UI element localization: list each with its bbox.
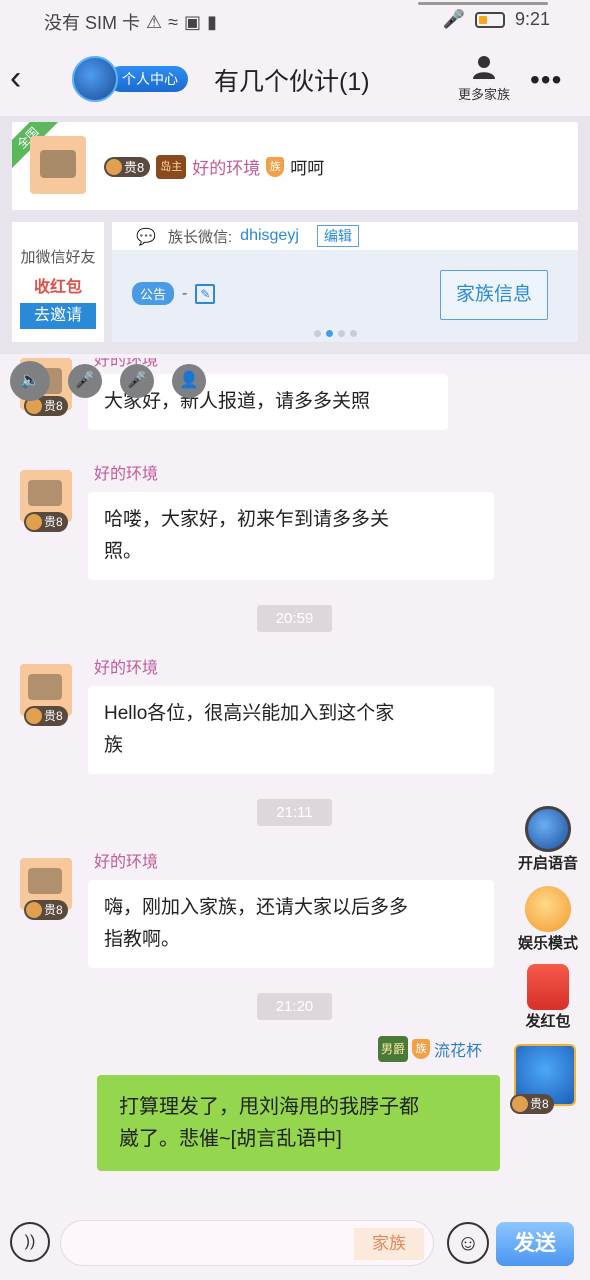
message-bubble: Hello各位，很高兴能加入到这个家 族: [88, 686, 494, 774]
mic-icon[interactable]: 🎤: [120, 364, 154, 398]
message-text-line: 哈喽，大家好，初来乍到请多多关: [104, 509, 390, 530]
timestamp: 21:11: [257, 799, 332, 826]
avatar: [72, 56, 118, 102]
sender-name: 好的环境: [94, 466, 159, 483]
carousel-dot: [314, 330, 321, 337]
red-packet-button[interactable]: 发红包: [510, 964, 586, 1031]
status-indicator-line: [418, 2, 548, 5]
edit-icon[interactable]: ✎: [195, 283, 216, 304]
red-packet-text: 收红包: [33, 279, 82, 296]
vip-badge: 贵8: [104, 156, 151, 177]
message-text-line: 打算理发了，甩刘海甩的我脖子都: [119, 1096, 419, 1118]
sim-icon: ▮: [207, 11, 217, 32]
status-bar: 没有 SIM 卡 ⚠ ≈ ▣ ▮ 🎤 9:21: [0, 0, 590, 40]
list-item: 贵8 好的环境 Hello各位，很高兴能加入到这个家 族: [0, 650, 590, 790]
family-banner: 全国 贵8 岛主 好的环境 族 呵呵 加微信好友 收红包 去邀请 💬 族长微信:…: [0, 116, 590, 354]
vip-badge: 贵8: [24, 706, 68, 726]
chat-header: ‹ 个人中心 有几个伙计(1) 更多家族 •••: [0, 40, 590, 116]
rank-badge: 男爵: [378, 1036, 409, 1062]
sender-name: 好的环境: [94, 854, 159, 871]
pinned-message[interactable]: 全国 贵8 岛主 好的环境 族 呵呵: [12, 122, 578, 210]
headset-icon: [525, 806, 571, 852]
profile-center-button[interactable]: 个人中心: [72, 56, 188, 102]
sender-name: 好的环境: [192, 159, 261, 178]
family-channel-chip[interactable]: 家族: [354, 1228, 424, 1260]
group-icon: [473, 56, 495, 79]
carousel-dots: [314, 330, 357, 337]
carousel-dot: [338, 330, 345, 337]
self-sender-row: 男爵 族 流花杯: [378, 1036, 482, 1062]
input-bar: )) 家族 ☺ 发送: [0, 1212, 590, 1280]
vip-badge: 贵8: [510, 1094, 554, 1114]
message-text-line: 嗨，刚加入家族，还请大家以后多多: [104, 897, 409, 918]
voice-mode-label: 开启语音: [517, 855, 578, 872]
message-bubble: 哈喽，大家好，初来乍到请多多关 照。: [88, 492, 494, 580]
message-text-line: 照。: [104, 541, 143, 562]
wechat-label: 族长微信:: [168, 228, 233, 246]
red-packet-icon: [527, 964, 569, 1010]
sender-name: 好的环境: [94, 660, 159, 677]
island-owner-badge: 岛主: [156, 154, 187, 179]
message-text-line: 族: [104, 735, 124, 756]
red-packet-label: 发红包: [525, 1013, 571, 1030]
back-button[interactable]: ‹: [10, 58, 40, 98]
invite-text: 加微信好友: [20, 249, 96, 266]
voice-toolbar: 🔈 🎤 🎤 👤: [10, 361, 206, 401]
clock: 9:21: [514, 9, 550, 29]
message-text-line: Hello各位，很高兴能加入到这个家: [104, 703, 395, 724]
message-bubble: 打算理发了，甩刘海甩的我脖子都 崴了。悲催~[胡言乱语中]: [97, 1075, 500, 1171]
carousel-dot: [350, 330, 357, 337]
message-text-line: 崴了。悲催~[胡言乱语中]: [119, 1128, 342, 1150]
edit-button[interactable]: 编辑: [316, 225, 359, 247]
family-info-card: 💬 族长微信: dhisgeyj 编辑 公告 - ✎ 家族信息: [112, 222, 578, 342]
wechat-id: dhisgeyj: [240, 227, 299, 244]
vip-badge: 贵8: [24, 512, 68, 532]
vip-badge: 贵8: [24, 900, 68, 920]
clan-badge: 族: [412, 1039, 431, 1059]
voice-mode-button[interactable]: 开启语音: [510, 806, 586, 873]
clan-badge: 族: [266, 156, 285, 177]
profile-center-label: 个人中心: [108, 66, 188, 92]
page-title: 有几个伙计(1): [214, 68, 370, 96]
microphone-icon: [525, 886, 571, 932]
user-icon[interactable]: 👤: [172, 364, 206, 398]
timestamp: 21:20: [257, 993, 332, 1020]
invite-card: 加微信好友 收红包 去邀请: [12, 222, 104, 342]
voice-input-icon[interactable]: )): [10, 1222, 50, 1262]
speaker-icon[interactable]: 🔈: [10, 361, 50, 401]
avatar: [30, 136, 86, 194]
list-item: 贵8 好的环境 哈喽，大家好，初来乍到请多多关 照。: [0, 456, 590, 596]
message-bubble: 嗨，刚加入家族，还请大家以后多多 指教啊。: [88, 880, 494, 968]
carousel-dot: [326, 330, 333, 337]
message-text-line: 指教啊。: [104, 929, 181, 950]
entertainment-mode-button[interactable]: 娱乐模式: [510, 886, 586, 953]
more-family-label: 更多家族: [457, 87, 510, 102]
wifi-icon: ≈: [168, 11, 179, 32]
entertainment-mode-label: 娱乐模式: [517, 935, 578, 952]
notice-text: -: [182, 284, 188, 302]
invite-button[interactable]: 去邀请: [20, 303, 96, 329]
wechat-icon: 💬: [136, 229, 156, 246]
family-info-button[interactable]: 家族信息: [440, 270, 548, 320]
mic-icon[interactable]: 🎤: [68, 364, 102, 398]
timestamp: 20:59: [257, 605, 332, 632]
more-options-icon[interactable]: •••: [530, 64, 562, 96]
list-item: 贵8 好的环境 嗨，刚加入家族，还请大家以后多多 指教啊。: [0, 844, 590, 984]
carrier-text: 没有 SIM 卡: [44, 13, 141, 33]
battery-icon: [474, 11, 505, 28]
video-icon: ▣: [184, 11, 202, 32]
sim-alert-icon: ⚠: [146, 11, 163, 32]
notice-tag: 公告: [132, 282, 175, 305]
pinned-message-text: 呵呵: [290, 159, 325, 178]
sender-name: 流花杯: [434, 1043, 483, 1060]
more-family-button[interactable]: 更多家族: [452, 52, 516, 103]
mic-status-icon: 🎤: [442, 9, 465, 29]
send-button[interactable]: 发送: [496, 1222, 574, 1266]
emoji-icon[interactable]: ☺: [447, 1222, 489, 1264]
